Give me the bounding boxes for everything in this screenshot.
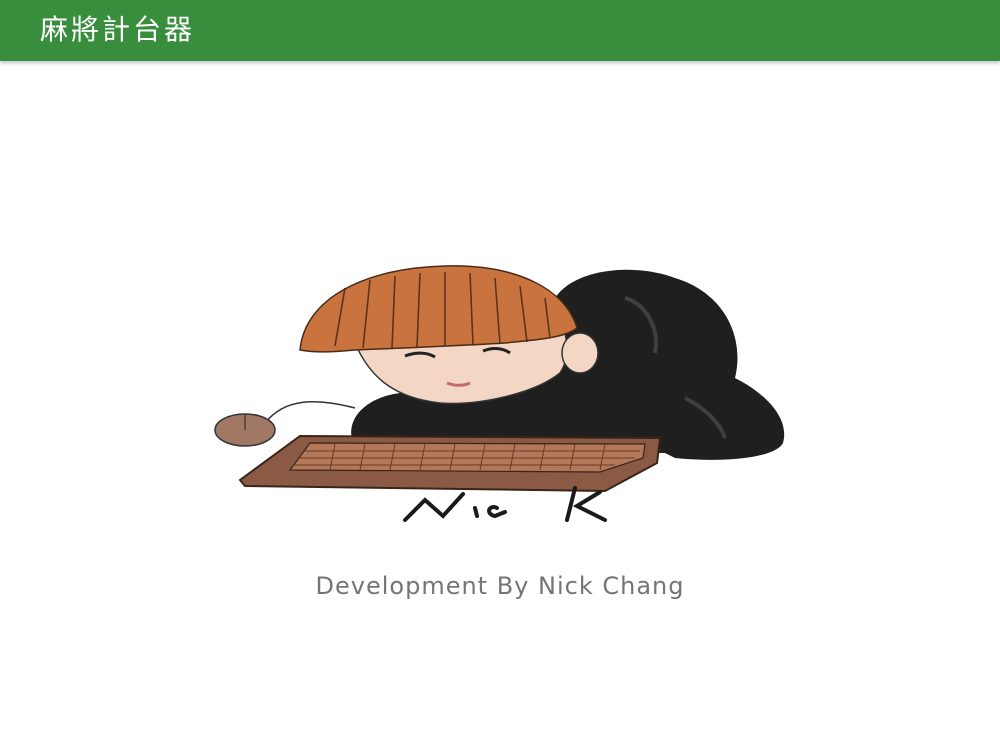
app-bar: 麻將計台器 (0, 0, 1000, 61)
signature-nick (403, 486, 607, 522)
app-title: 麻將計台器 (40, 13, 196, 46)
mouse-cable (264, 401, 356, 424)
app-screen: 麻將計台器 Development By Nick Chang (0, 0, 1000, 731)
ear-shape (561, 332, 599, 374)
developer-credit: Development By Nick Chang (315, 572, 685, 600)
developer-portrait-illustration (214, 265, 785, 522)
